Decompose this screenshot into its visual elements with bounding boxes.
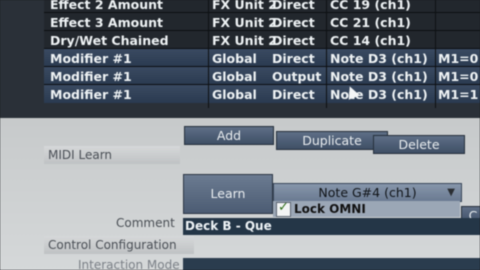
table-row[interactable]: Effect 3 Amount FX Unit 2 Direct CC 21 (… <box>44 12 480 31</box>
comment-label: Comment <box>116 216 175 230</box>
interaction-mode: Direct <box>272 87 315 102</box>
control-name: Modifier #1 <box>50 87 132 102</box>
table-row[interactable]: Modifier #1 Global Direct Note D3 (ch1) … <box>44 48 480 67</box>
interaction-mode-label: Interaction Mode <box>78 258 180 270</box>
chevron-down-icon: ▼ <box>447 187 455 198</box>
assignment-unit: FX Unit 2 <box>212 15 277 30</box>
assignment-unit: FX Unit 2 <box>212 33 277 48</box>
column-divider <box>208 0 209 108</box>
modifier-condition: M1=0 <box>438 69 479 84</box>
control-name: Modifier #1 <box>50 69 132 84</box>
controller-manager-screen: Effect 2 Amount FX Unit 2 Direct CC 19 (… <box>0 0 480 270</box>
control-name: Effect 3 Amount <box>50 15 163 30</box>
assignment-unit: FX Unit 2 <box>212 0 277 12</box>
interaction-mode: Direct <box>272 33 315 48</box>
midi-learn-section-header: MIDI Learn <box>44 146 180 164</box>
modifier-condition: M1=0 <box>438 51 479 66</box>
midi-control: Note D3 (ch1) <box>330 69 428 84</box>
control-name: Dry/Wet Chained <box>50 33 169 48</box>
midi-assignment-dropdown[interactable]: Note G#4 (ch1) ▼ <box>273 183 462 202</box>
column-divider <box>326 0 327 108</box>
interaction-mode: Direct <box>272 51 315 66</box>
column-divider <box>435 0 436 108</box>
assignment-unit: Global <box>212 87 257 102</box>
duplicate-button[interactable]: Duplicate <box>276 131 388 150</box>
table-row[interactable]: Modifier #1 Global Direct Note D3 (ch1) … <box>44 84 480 103</box>
table-row[interactable]: Modifier #1 Global Output Note D3 (ch1) … <box>44 66 480 85</box>
assignment-unit: Global <box>212 51 257 66</box>
midi-assignment-value: Note G#4 (ch1) <box>318 185 417 200</box>
lock-omni-label: Lock OMNI <box>294 202 366 216</box>
interaction-mode: Output <box>272 69 322 84</box>
midi-control: CC 19 (ch1) <box>330 0 411 12</box>
control-name: Effect 2 Amount <box>50 0 163 12</box>
table-row[interactable]: Dry/Wet Chained FX Unit 2 Direct CC 14 (… <box>44 30 480 49</box>
lock-omni-option[interactable]: Lock OMNI <box>273 200 460 217</box>
interaction-mode: Direct <box>272 15 315 30</box>
midi-control: CC 21 (ch1) <box>330 15 411 30</box>
midi-control: Note D3 (ch1) <box>330 51 428 66</box>
assignment-unit: Global <box>212 69 257 84</box>
interaction-mode: Direct <box>272 0 315 12</box>
modifier-condition: M1=1 <box>438 87 479 102</box>
learn-button[interactable]: Learn <box>183 174 273 214</box>
delete-button[interactable]: Delete <box>373 135 465 154</box>
midi-control: CC 14 (ch1) <box>330 33 411 48</box>
control-name: Modifier #1 <box>50 51 132 66</box>
interaction-mode-field[interactable] <box>183 258 480 270</box>
add-button[interactable]: Add <box>184 126 274 145</box>
control-configuration-section-header: Control Configuration <box>44 236 194 254</box>
lock-omni-checkbox[interactable] <box>276 200 291 217</box>
comment-field[interactable]: Deck B - Que <box>183 218 480 235</box>
